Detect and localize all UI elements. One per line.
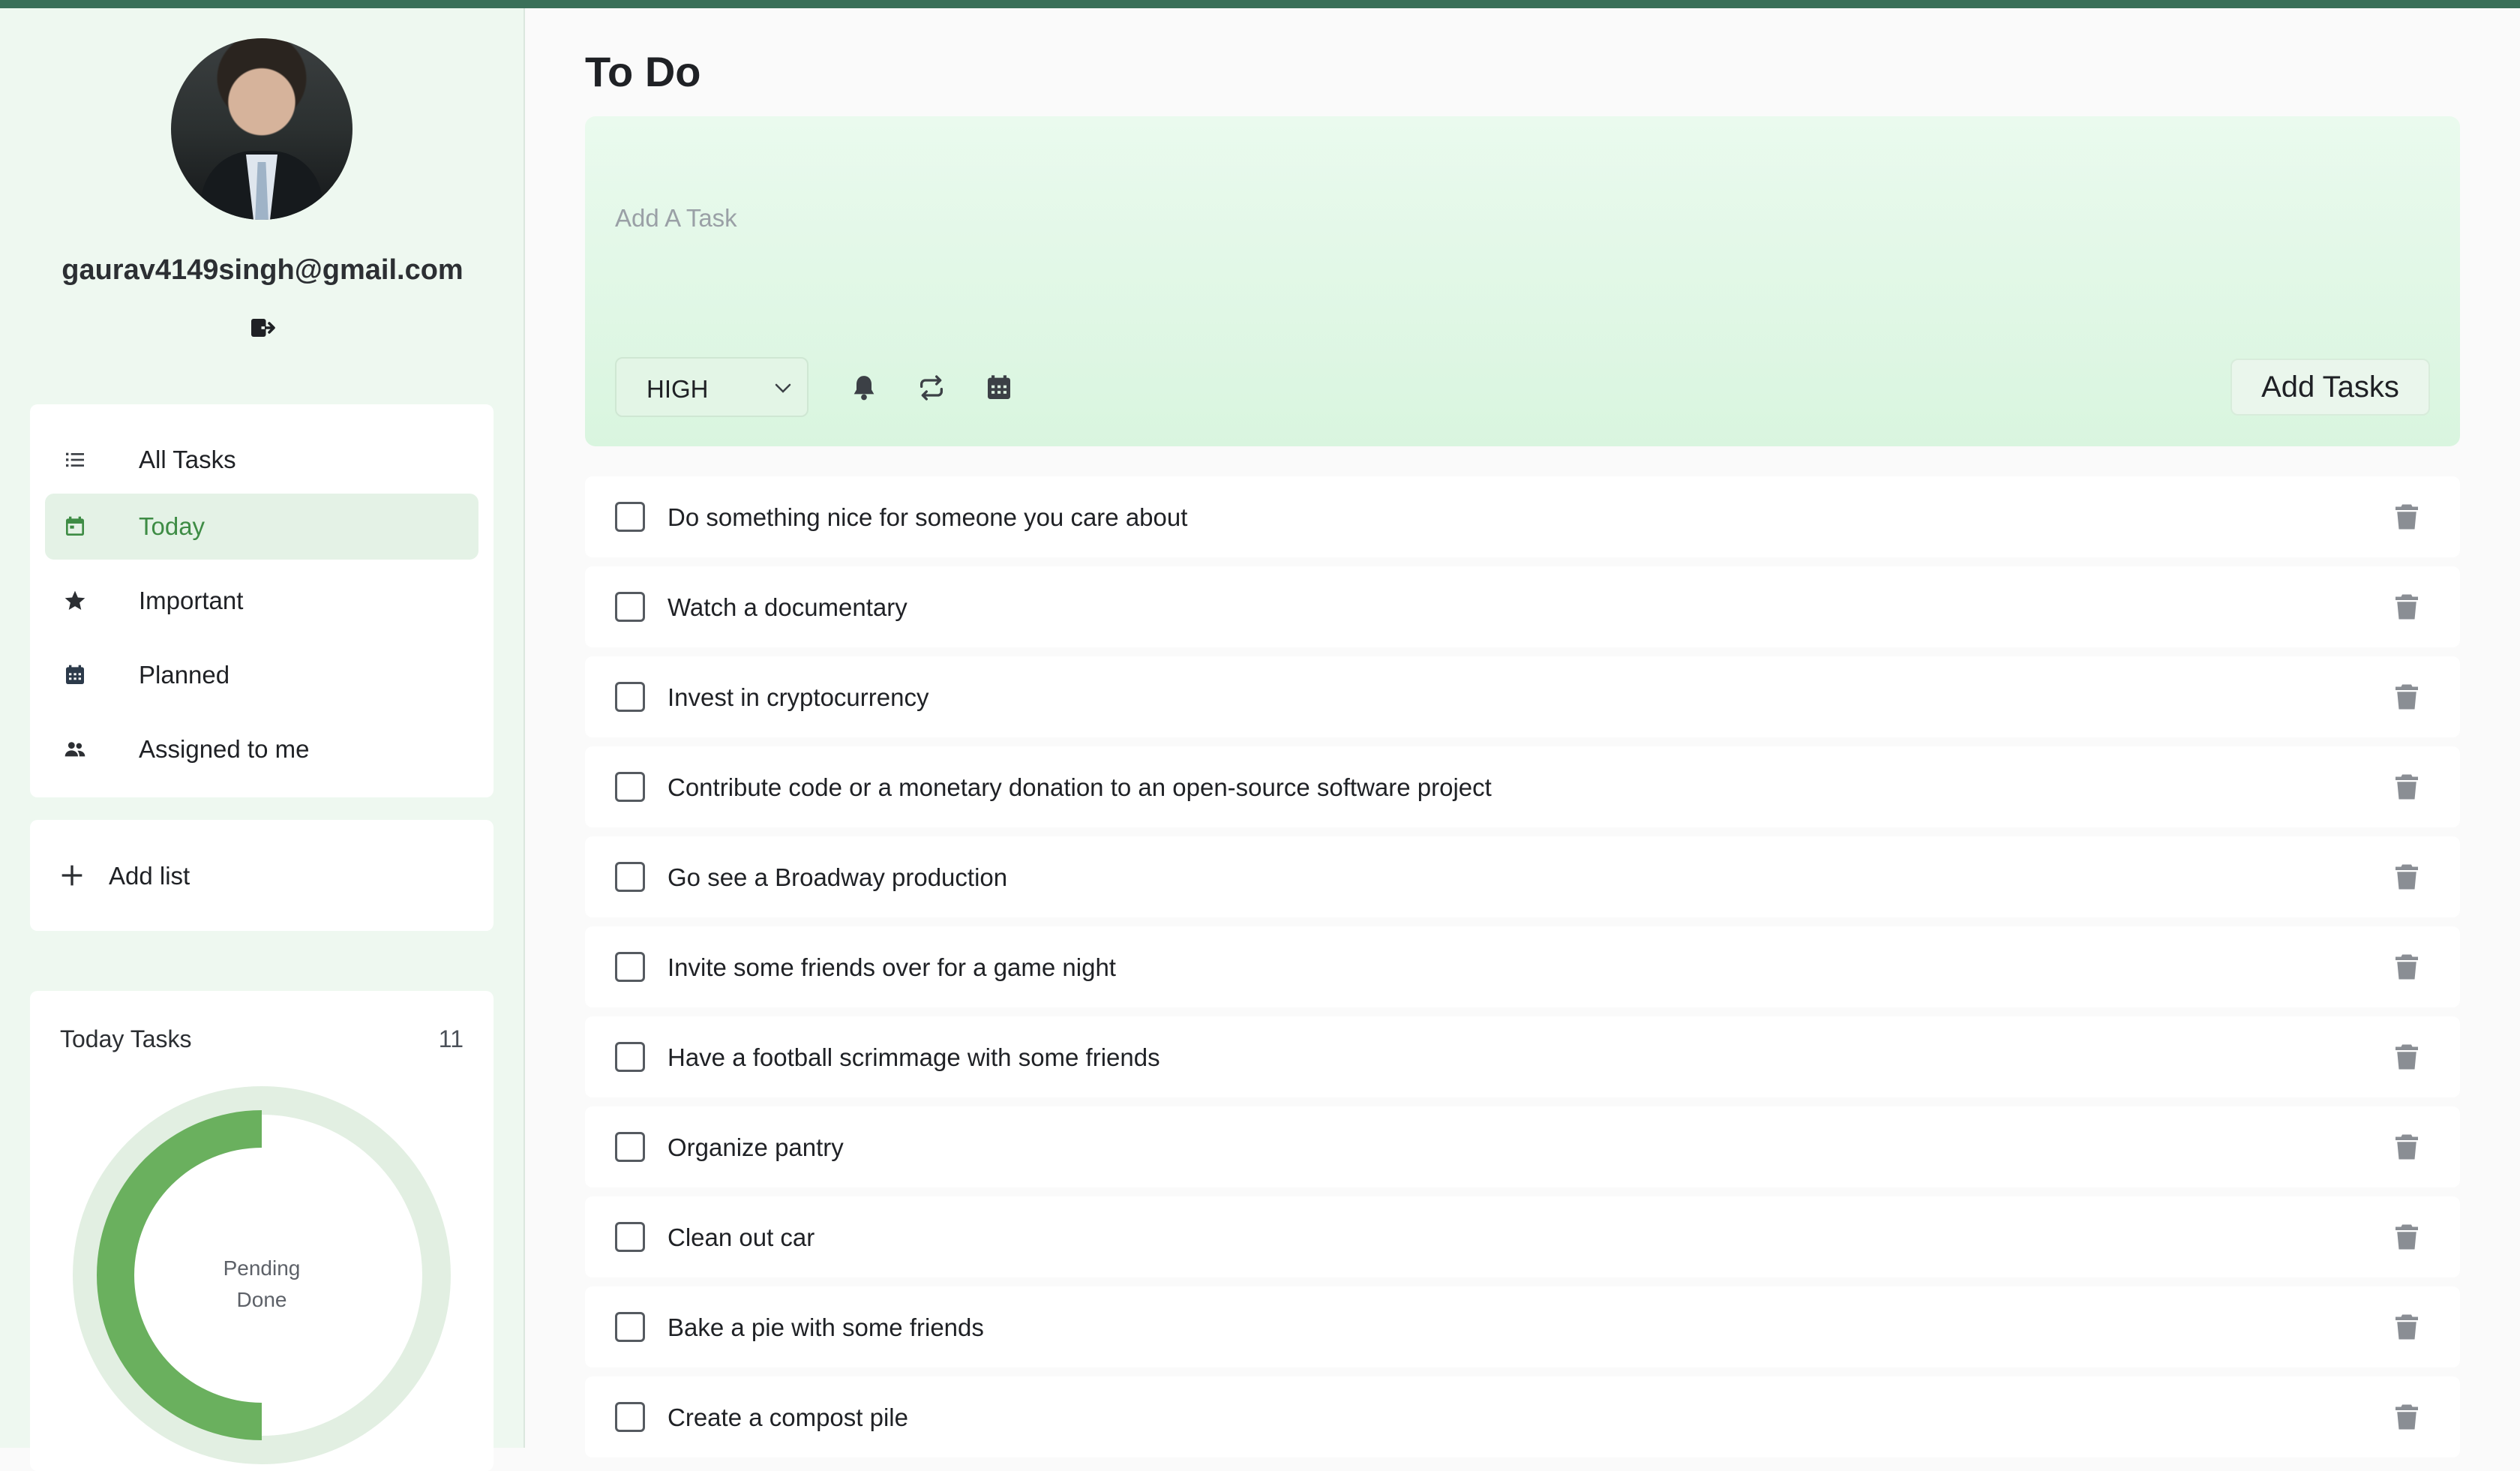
task-item: Invite some friends over for a game nigh… <box>585 926 2460 1007</box>
task-checkbox[interactable] <box>615 502 645 532</box>
task-item: Go see a Broadway production <box>585 836 2460 917</box>
add-list-button[interactable]: Add list <box>30 820 494 931</box>
task-text: Invest in cryptocurrency <box>668 683 929 711</box>
logout-icon[interactable] <box>249 314 276 341</box>
trash-icon[interactable] <box>2396 1223 2418 1250</box>
sidebar-item-important[interactable]: Important <box>45 568 478 634</box>
task-text: Do something nice for someone you care a… <box>668 503 1188 531</box>
sidebar-item-planned[interactable]: Planned <box>45 642 478 708</box>
legend-pending: Pending <box>223 1256 301 1280</box>
priority-value: HIGH <box>646 375 709 403</box>
trash-icon[interactable] <box>2396 1403 2418 1430</box>
add-list-label: Add list <box>109 862 190 890</box>
add-tasks-button[interactable]: Add Tasks <box>2230 359 2430 416</box>
task-checkbox[interactable] <box>615 682 645 712</box>
nav-menu: All Tasks Today Important Planned Assign… <box>30 404 494 797</box>
task-text: Watch a documentary <box>668 593 908 621</box>
task-checkbox[interactable] <box>615 1402 645 1432</box>
trash-icon[interactable] <box>2396 773 2418 800</box>
task-text: Invite some friends over for a game nigh… <box>668 953 1116 981</box>
trash-icon[interactable] <box>2396 683 2418 710</box>
top-accent-bar <box>0 0 2520 8</box>
trash-icon[interactable] <box>2396 1133 2418 1160</box>
task-checkbox[interactable] <box>615 1222 645 1252</box>
task-text: Clean out car <box>668 1223 815 1251</box>
bell-icon[interactable] <box>849 373 879 403</box>
calendar-today-icon <box>66 516 84 536</box>
sidebar-item-label: Planned <box>139 661 230 689</box>
sidebar-item-label: Assigned to me <box>139 735 310 763</box>
calendar-icon[interactable] <box>984 373 1014 403</box>
sidebar-item-assigned[interactable]: Assigned to me <box>45 716 478 782</box>
task-item: Invest in cryptocurrency <box>585 656 2460 737</box>
repeat-icon[interactable] <box>916 373 946 403</box>
task-checkbox[interactable] <box>615 1132 645 1162</box>
task-text: Organize pantry <box>668 1133 844 1161</box>
today-tasks-count: 11 <box>438 1025 464 1052</box>
task-text: Have a football scrimmage with some frie… <box>668 1043 1160 1071</box>
avatar[interactable] <box>171 38 352 220</box>
trash-icon[interactable] <box>2396 1043 2418 1070</box>
sidebar-item-today[interactable]: Today <box>45 494 478 560</box>
priority-select[interactable]: HIGH <box>615 357 808 417</box>
task-checkbox[interactable] <box>615 862 645 892</box>
sidebar-item-label: Important <box>139 587 244 614</box>
task-text: Bake a pie with some friends <box>668 1313 984 1341</box>
task-item: Contribute code or a monetary donation t… <box>585 746 2460 827</box>
sidebar-item-label: All Tasks <box>139 446 236 473</box>
task-text: Create a compost pile <box>668 1403 908 1431</box>
list-icon <box>66 452 84 467</box>
sidebar: gaurav4149singh@gmail.com All Tasks Toda… <box>0 8 525 1471</box>
task-checkbox[interactable] <box>615 1312 645 1342</box>
trash-icon[interactable] <box>2396 503 2418 530</box>
trash-icon[interactable] <box>2396 593 2418 620</box>
task-text: Contribute code or a monetary donation t… <box>668 773 1492 801</box>
task-checkbox[interactable] <box>615 592 645 622</box>
star-icon <box>64 590 86 610</box>
task-item: Bake a pie with some friends <box>585 1286 2460 1367</box>
task-item: Clean out car <box>585 1196 2460 1277</box>
calendar-icon <box>66 665 84 684</box>
task-checkbox[interactable] <box>615 952 645 982</box>
task-item: Do something nice for someone you care a… <box>585 476 2460 557</box>
main-content: To Do HIGH Add Tasks Do something nice f… <box>526 8 2520 1457</box>
today-tasks-title: Today Tasks <box>60 1025 192 1052</box>
task-item: Have a football scrimmage with some frie… <box>585 1016 2460 1097</box>
legend-done: Done <box>236 1288 287 1311</box>
task-composer: HIGH Add Tasks <box>585 116 2460 446</box>
task-item: Watch a documentary <box>585 566 2460 647</box>
sidebar-item-label: Today <box>139 512 206 540</box>
task-checkbox[interactable] <box>615 772 645 802</box>
sidebar-item-all-tasks[interactable]: All Tasks <box>45 427 478 493</box>
trash-icon[interactable] <box>2396 863 2418 890</box>
task-checkbox[interactable] <box>615 1042 645 1072</box>
add-task-input[interactable] <box>615 196 2115 241</box>
people-icon <box>64 742 86 757</box>
page-title: To Do <box>585 48 701 95</box>
trash-icon[interactable] <box>2396 953 2418 980</box>
user-email: gaurav4149singh@gmail.com <box>62 254 464 286</box>
plus-icon <box>62 865 82 886</box>
today-tasks-card: Today Tasks 11 Pending Done <box>30 991 494 1471</box>
task-item: Create a compost pile <box>585 1376 2460 1457</box>
trash-icon[interactable] <box>2396 1313 2418 1340</box>
task-text: Go see a Broadway production <box>668 863 1008 891</box>
chevron-down-icon <box>775 383 791 393</box>
task-item: Organize pantry <box>585 1106 2460 1187</box>
